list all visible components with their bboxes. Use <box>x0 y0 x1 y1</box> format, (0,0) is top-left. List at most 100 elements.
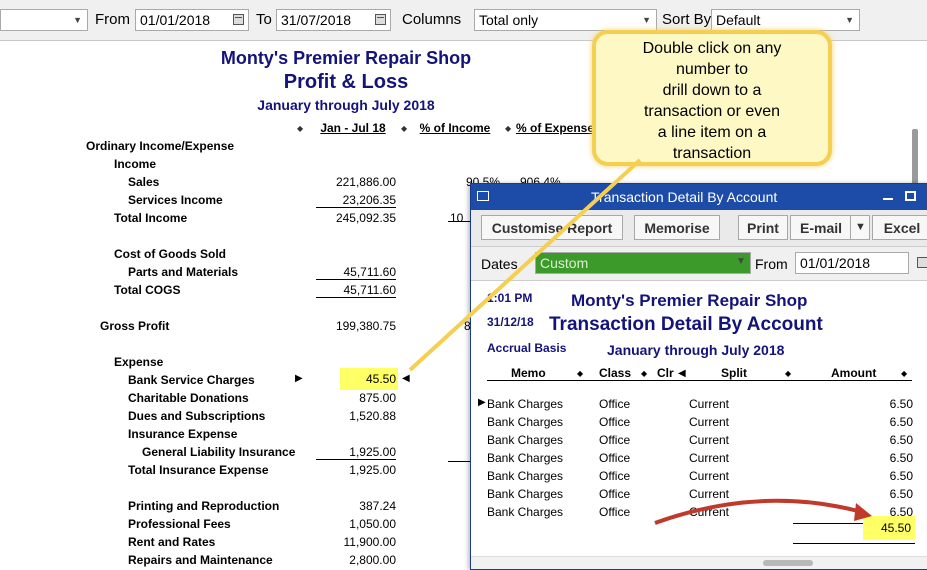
row-memo[interactable]: Bank Charges <box>487 415 563 429</box>
excel-button[interactable]: Excel <box>872 215 927 240</box>
rent-rates-amount[interactable]: 11,900.00 <box>316 535 397 549</box>
row-memo[interactable]: Bank Charges <box>487 433 563 447</box>
row-memo[interactable]: Bank Charges <box>487 505 563 519</box>
scrollbar-thumb[interactable] <box>763 560 813 566</box>
col-header-period[interactable]: Jan - Jul 18 <box>308 121 398 135</box>
total-insurance-amount[interactable]: 1,925.00 <box>316 463 396 477</box>
col-header-split[interactable]: Split <box>721 366 747 380</box>
report-scrollbar-thumb[interactable] <box>912 129 918 189</box>
row-charitable-donations[interactable]: Charitable Donations <box>128 391 249 405</box>
window-titlebar[interactable]: Transaction Detail By Account <box>471 184 927 210</box>
total-cogs-amount[interactable]: 45,711.60 <box>316 283 396 298</box>
row-split[interactable]: Current <box>689 487 729 501</box>
row-gross-profit[interactable]: Gross Profit <box>100 319 169 333</box>
row-services-income[interactable]: Services Income <box>128 193 223 207</box>
col-header-memo[interactable]: Memo <box>511 366 546 380</box>
row-professional-fees[interactable]: Professional Fees <box>128 517 231 531</box>
from-date-field[interactable]: 01/01/2018 <box>135 9 249 31</box>
col-header-class[interactable]: Class <box>599 366 631 380</box>
row-class[interactable]: Office <box>599 451 630 465</box>
row-memo[interactable]: Bank Charges <box>487 487 563 501</box>
row-memo[interactable]: Bank Charges <box>487 469 563 483</box>
row-split[interactable]: Current <box>689 415 729 429</box>
to-label: To <box>256 11 272 28</box>
row-rent-rates[interactable]: Rent and Rates <box>128 535 215 549</box>
customise-report-button[interactable]: Customise Report <box>481 215 623 240</box>
professional-fees-amount[interactable]: 1,050.00 <box>316 517 396 531</box>
general-liability-amount[interactable]: 1,925.00 <box>316 445 396 460</box>
bank-service-charges-amount[interactable]: 45.50 <box>340 368 398 390</box>
row-amount[interactable]: 6.50 <box>851 487 913 501</box>
col-header-pct-income[interactable]: % of Income <box>412 121 498 135</box>
sortby-dropdown[interactable]: Default ▼ <box>711 9 860 31</box>
row-parts-materials[interactable]: Parts and Materials <box>128 265 238 279</box>
print-button[interactable]: Print <box>738 215 788 240</box>
printing-amount[interactable]: 387.24 <box>316 499 396 513</box>
row-class[interactable]: Office <box>599 487 630 501</box>
column-marker-icon[interactable]: ◀ <box>678 368 686 379</box>
column-sort-icon[interactable]: ◆ <box>577 369 583 378</box>
chevron-down-icon[interactable]: ▼ <box>736 256 746 267</box>
row-total-cogs[interactable]: Total COGS <box>114 283 180 297</box>
minimize-icon[interactable] <box>883 198 893 200</box>
row-amount[interactable]: 6.50 <box>851 451 913 465</box>
total-amount[interactable]: 45.50 <box>863 516 915 540</box>
window-menu-icon[interactable] <box>477 191 489 201</box>
row-total-insurance-expense[interactable]: Total Insurance Expense <box>128 463 269 477</box>
row-repairs-maintenance[interactable]: Repairs and Maintenance <box>128 553 273 567</box>
row-general-liability-insurance[interactable]: General Liability Insurance <box>142 445 295 459</box>
email-button[interactable]: E-mail ▼ <box>790 215 870 240</box>
calendar-icon[interactable] <box>233 14 244 25</box>
row-total-income[interactable]: Total Income <box>114 211 187 225</box>
row-split[interactable]: Current <box>689 469 729 483</box>
horizontal-scrollbar[interactable] <box>471 556 927 569</box>
column-sort-icon[interactable]: ◆ <box>785 369 791 378</box>
row-amount[interactable]: 6.50 <box>851 433 913 447</box>
calendar-icon[interactable] <box>375 14 386 25</box>
row-class[interactable]: Office <box>599 469 630 483</box>
chevron-down-icon[interactable]: ▼ <box>855 216 866 239</box>
charitable-donations-amount[interactable]: 875.00 <box>316 391 396 405</box>
row-split[interactable]: Current <box>689 505 729 519</box>
calendar-icon[interactable] <box>917 257 927 268</box>
row-amount[interactable]: 6.50 <box>851 469 913 483</box>
col-header-clr[interactable]: Clr <box>657 366 674 380</box>
row-memo[interactable]: Bank Charges <box>487 451 563 465</box>
column-sort-icon[interactable]: ◆ <box>901 369 907 378</box>
row-memo[interactable]: Bank Charges <box>487 397 563 411</box>
gross-profit-amount[interactable]: 199,380.75 <box>316 319 396 333</box>
col-header-amount[interactable]: Amount <box>831 366 876 380</box>
row-class[interactable]: Office <box>599 397 630 411</box>
row-class[interactable]: Office <box>599 415 630 429</box>
column-sort-icon[interactable]: ◆ <box>641 369 647 378</box>
to-date-field[interactable]: 31/07/2018 <box>276 9 391 31</box>
column-sort-icon[interactable]: ◆ <box>401 124 407 133</box>
row-pointer-icon: ▶ <box>295 373 303 384</box>
dates-dropdown[interactable]: Custom <box>535 252 751 274</box>
col-header-pct-expense[interactable]: % of Expense <box>516 121 602 135</box>
total-income-amount[interactable]: 245,092.35 <box>316 211 396 225</box>
row-sales[interactable]: Sales <box>128 175 159 189</box>
dues-subscriptions-amount[interactable]: 1,520.88 <box>316 409 396 423</box>
sales-amount[interactable]: 221,886.00 <box>316 175 396 189</box>
row-dues-subscriptions[interactable]: Dues and Subscriptions <box>128 409 265 423</box>
column-sort-icon[interactable]: ◆ <box>297 124 303 133</box>
row-class[interactable]: Office <box>599 505 630 519</box>
row-printing-reproduction[interactable]: Printing and Reproduction <box>128 499 279 513</box>
dates-dropdown[interactable]: ▼ <box>0 9 88 31</box>
memorise-button[interactable]: Memorise <box>634 215 720 240</box>
columns-dropdown[interactable]: Total only ▼ <box>474 9 657 31</box>
row-split[interactable]: Current <box>689 433 729 447</box>
from-date-field[interactable]: 01/01/2018 <box>795 252 909 274</box>
row-amount[interactable]: 6.50 <box>851 415 913 429</box>
maximize-icon[interactable] <box>905 191 916 201</box>
repairs-amount[interactable]: 2,800.00 <box>316 553 396 567</box>
parts-materials-amount[interactable]: 45,711.60 <box>316 265 396 280</box>
services-income-amount[interactable]: 23,206.35 <box>316 193 396 208</box>
row-amount[interactable]: 6.50 <box>851 397 913 411</box>
column-sort-icon[interactable]: ◆ <box>505 124 511 133</box>
row-split[interactable]: Current <box>689 397 729 411</box>
row-split[interactable]: Current <box>689 451 729 465</box>
row-bank-service-charges[interactable]: Bank Service Charges <box>128 373 255 387</box>
row-class[interactable]: Office <box>599 433 630 447</box>
